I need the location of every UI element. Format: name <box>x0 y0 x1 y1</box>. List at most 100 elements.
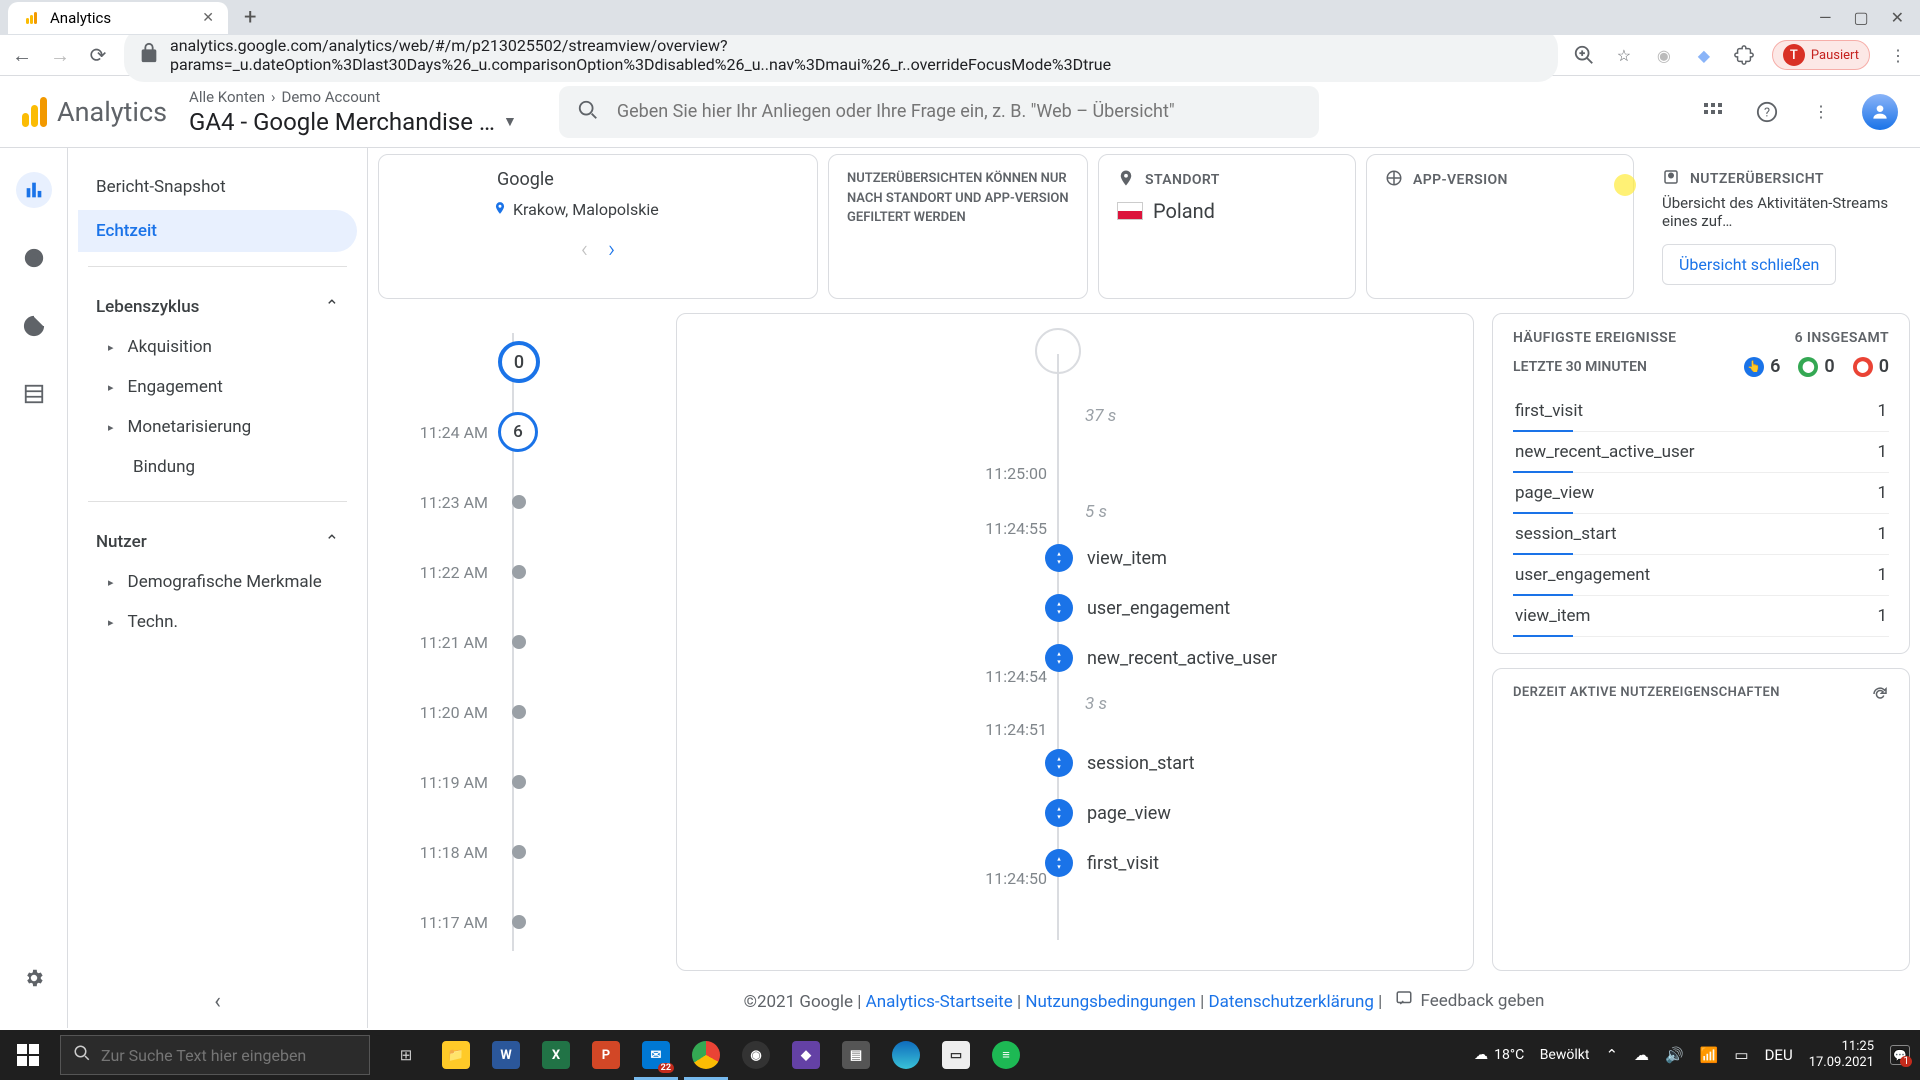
timeline-node[interactable] <box>512 705 526 719</box>
search-input[interactable] <box>617 101 1301 122</box>
volume-icon[interactable]: 🔊 <box>1665 1046 1684 1064</box>
prev-user-button[interactable]: ‹ <box>581 235 588 263</box>
sidebar-realtime[interactable]: Echtzeit <box>78 210 357 252</box>
weather-widget[interactable]: ☁ 18°C Bewölkt <box>1474 1047 1589 1063</box>
stream-event[interactable]: first_visit <box>1045 849 1159 877</box>
chrome-icon[interactable] <box>682 1030 730 1080</box>
chrome-menu-icon[interactable]: ⋮ <box>1886 43 1910 67</box>
event-row[interactable]: new_recent_active_user1 <box>1513 432 1889 473</box>
new-tab-button[interactable]: + <box>244 5 256 30</box>
event-row[interactable]: session_start1 <box>1513 514 1889 555</box>
footer-link-terms[interactable]: Nutzungsbedingungen <box>1025 992 1196 1012</box>
rail-reports-icon[interactable] <box>16 172 52 208</box>
stream-event[interactable]: user_engagement <box>1045 594 1230 622</box>
notepad-icon[interactable]: ▭ <box>932 1030 980 1080</box>
stream-event[interactable]: new_recent_active_user <box>1045 644 1277 672</box>
sidebar-demographics[interactable]: ▸Demografische Merkmale <box>78 562 357 602</box>
timeline-node[interactable] <box>512 915 526 929</box>
word-icon[interactable]: W <box>482 1030 530 1080</box>
start-button[interactable] <box>0 1030 56 1080</box>
counter-dot-icon: 👆 <box>1744 357 1764 377</box>
extension-icon-2[interactable]: ◆ <box>1692 43 1716 67</box>
onedrive-icon[interactable]: ☁ <box>1634 1046 1649 1064</box>
timeline-node[interactable] <box>512 635 526 649</box>
timeline-node[interactable] <box>512 845 526 859</box>
edge-icon[interactable] <box>882 1030 930 1080</box>
maximize-icon[interactable]: ▢ <box>1853 8 1868 27</box>
refresh-icon[interactable] <box>1871 685 1889 707</box>
apps-grid-icon[interactable] <box>1700 99 1726 125</box>
close-window-icon[interactable]: ✕ <box>1891 8 1904 27</box>
sidebar-retention[interactable]: Bindung <box>78 447 357 487</box>
cursor-highlight <box>1614 174 1636 196</box>
timeline-node[interactable] <box>512 775 526 789</box>
sidebar-tech[interactable]: ▸Techn. <box>78 602 357 642</box>
mail-icon[interactable]: ✉22 <box>632 1030 680 1080</box>
extension-icon-1[interactable]: ◉ <box>1652 43 1676 67</box>
spotify-icon[interactable]: ≡ <box>982 1030 1030 1080</box>
app-icon-2[interactable]: ▤ <box>832 1030 880 1080</box>
close-tab-icon[interactable]: ✕ <box>202 10 214 26</box>
ga-logo[interactable]: Analytics <box>22 96 167 128</box>
collapse-sidebar-icon[interactable]: ‹ <box>214 989 221 1014</box>
sidebar-acquisition[interactable]: ▸Akquisition <box>78 327 357 367</box>
sidebar-monetization[interactable]: ▸Monetarisierung <box>78 407 357 447</box>
more-menu-icon[interactable]: ⋮ <box>1808 99 1834 125</box>
stream-event[interactable]: page_view <box>1045 799 1171 827</box>
task-view-icon[interactable]: ⊞ <box>382 1030 430 1080</box>
footer-link-home[interactable]: Analytics-Startseite <box>866 992 1013 1012</box>
sidebar-user[interactable]: Nutzer⌃ <box>78 516 357 562</box>
wifi-icon[interactable]: 📶 <box>1700 1046 1719 1064</box>
event-row[interactable]: user_engagement1 <box>1513 555 1889 596</box>
timeline-now-node[interactable]: 0 <box>498 341 540 383</box>
taskbar-search[interactable] <box>60 1035 370 1075</box>
event-row[interactable]: page_view1 <box>1513 473 1889 514</box>
user-avatar[interactable] <box>1862 94 1898 130</box>
event-row[interactable]: view_item1 <box>1513 596 1889 637</box>
profile-paused-pill[interactable]: T Pausiert <box>1772 40 1870 70</box>
rail-settings-icon[interactable] <box>16 960 52 996</box>
extensions-menu-icon[interactable] <box>1732 43 1756 67</box>
url-field[interactable]: analytics.google.com/analytics/web/#/m/p… <box>124 28 1558 82</box>
obs-icon[interactable]: ◉ <box>732 1030 780 1080</box>
reload-button[interactable]: ⟳ <box>86 43 110 67</box>
rail-explore-icon[interactable] <box>16 240 52 276</box>
browser-tab[interactable]: Analytics ✕ <box>8 2 228 34</box>
forward-button[interactable]: → <box>48 43 72 68</box>
stream-event[interactable]: session_start <box>1045 749 1195 777</box>
file-explorer-icon[interactable]: 📁 <box>432 1030 480 1080</box>
next-user-button[interactable]: › <box>608 235 615 263</box>
bookmark-icon[interactable]: ☆ <box>1612 43 1636 67</box>
rail-configure-icon[interactable] <box>16 376 52 412</box>
sidebar-lifecycle[interactable]: Lebenszyklus⌃ <box>78 281 357 327</box>
notifications-icon[interactable]: 💬1 <box>1890 1045 1910 1065</box>
powerpoint-icon[interactable]: P <box>582 1030 630 1080</box>
back-button[interactable]: ← <box>10 43 34 68</box>
feedback-icon <box>1395 989 1413 1012</box>
breadcrumb[interactable]: Alle Konten›Demo Account <box>189 88 517 106</box>
timeline-node-active[interactable]: 6 <box>498 412 538 452</box>
feedback-link[interactable]: Feedback geben <box>1395 989 1545 1012</box>
card-app-version[interactable]: APP-VERSION <box>1366 154 1634 299</box>
zoom-icon[interactable] <box>1572 43 1596 67</box>
battery-icon[interactable]: ▭ <box>1734 1046 1748 1064</box>
timeline-node[interactable] <box>512 565 526 579</box>
card-location[interactable]: STANDORT Poland <box>1098 154 1356 299</box>
taskbar-clock[interactable]: 11:25 17.09.2021 <box>1809 1039 1874 1070</box>
tray-chevron-icon[interactable]: ⌃ <box>1605 1046 1618 1064</box>
close-snapshot-button[interactable]: Übersicht schließen <box>1662 244 1836 285</box>
footer-link-privacy[interactable]: Datenschutzerklärung <box>1208 992 1373 1012</box>
sidebar-snapshot[interactable]: Bericht-Snapshot <box>78 166 357 208</box>
language-indicator[interactable]: DEU <box>1765 1046 1793 1064</box>
search-box[interactable] <box>559 86 1319 138</box>
help-icon[interactable]: ? <box>1754 99 1780 125</box>
timeline-node[interactable] <box>512 495 526 509</box>
excel-icon[interactable]: X <box>532 1030 580 1080</box>
minimize-icon[interactable]: ― <box>1819 8 1832 27</box>
property-selector[interactable]: GA4 - Google Merchandise … ▼ <box>189 108 517 136</box>
stream-event[interactable]: view_item <box>1045 544 1167 572</box>
event-row[interactable]: first_visit1 <box>1513 391 1889 432</box>
app-icon-1[interactable]: ◆ <box>782 1030 830 1080</box>
rail-advertising-icon[interactable] <box>16 308 52 344</box>
sidebar-engagement[interactable]: ▸Engagement <box>78 367 357 407</box>
